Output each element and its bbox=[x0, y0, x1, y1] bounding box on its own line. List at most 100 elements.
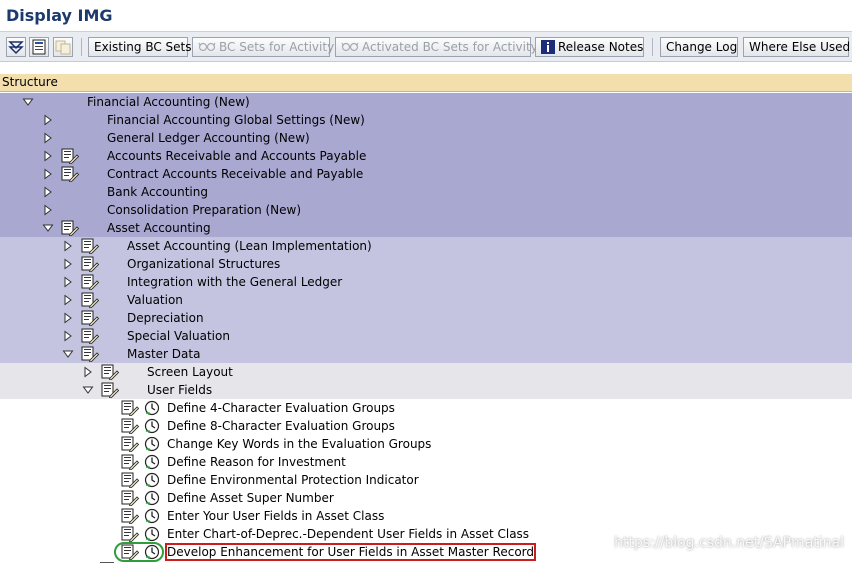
copy-button[interactable] bbox=[53, 37, 73, 57]
expand-arrow-icon[interactable] bbox=[42, 168, 54, 180]
documentation-icon[interactable] bbox=[81, 310, 99, 326]
expand-arrow-icon[interactable] bbox=[42, 186, 54, 198]
tree-node-level1[interactable]: General Ledger Accounting (New) bbox=[0, 129, 852, 147]
expand-arrow-icon[interactable] bbox=[82, 366, 94, 378]
tree-node-label: Define 4-Character Evaluation Groups bbox=[167, 401, 395, 415]
existing-bc-sets-button[interactable]: Existing BC Sets bbox=[88, 37, 192, 57]
documentation-icon[interactable] bbox=[101, 382, 119, 398]
expand-arrow-icon[interactable] bbox=[42, 114, 54, 126]
tree-node-level2[interactable]: Depreciation bbox=[0, 309, 852, 327]
tree-node-label: Define Environmental Protection Indicato… bbox=[167, 473, 419, 487]
tree-node-label: Define 8-Character Evaluation Groups bbox=[167, 419, 395, 433]
expand-arrow-icon[interactable] bbox=[42, 150, 54, 162]
tree-node-root[interactable]: Financial Accounting (New) bbox=[0, 93, 852, 111]
collapse-arrow-icon[interactable] bbox=[82, 384, 94, 396]
execute-clock-icon[interactable] bbox=[144, 418, 160, 434]
change-log-button[interactable]: Change Log bbox=[660, 37, 738, 57]
documentation-icon[interactable] bbox=[121, 508, 139, 524]
tree-node-label: Financial Accounting Global Settings (Ne… bbox=[107, 113, 365, 127]
watermark: https://blog.csdn.net/SAPmatinal bbox=[614, 535, 844, 551]
execute-clock-icon[interactable] bbox=[144, 508, 160, 524]
documentation-icon[interactable] bbox=[101, 364, 119, 380]
documentation-icon[interactable] bbox=[81, 328, 99, 344]
documentation-icon[interactable] bbox=[121, 526, 139, 542]
tree-node-level2[interactable]: Integration with the General Ledger bbox=[0, 273, 852, 291]
tree-node-label: Valuation bbox=[127, 293, 183, 307]
tree-node-level1[interactable]: Accounts Receivable and Accounts Payable bbox=[0, 147, 852, 165]
tree-node-level2[interactable]: Master Data bbox=[0, 345, 852, 363]
expand-arrow-icon[interactable] bbox=[42, 204, 54, 216]
tree-node-level1[interactable]: Asset Accounting bbox=[0, 219, 852, 237]
expand-arrow-icon[interactable] bbox=[62, 312, 74, 324]
tree-node-level1[interactable]: Bank Accounting bbox=[0, 183, 852, 201]
tree-node-activity[interactable]: Define Environmental Protection Indicato… bbox=[0, 471, 852, 489]
documentation-icon[interactable] bbox=[121, 418, 139, 434]
tree-node-level1[interactable]: Contract Accounts Receivable and Payable bbox=[0, 165, 852, 183]
tree-node-label: Financial Accounting (New) bbox=[87, 95, 250, 109]
tree-node-label: Depreciation bbox=[127, 311, 204, 325]
tree-node-activity[interactable]: Define 4-Character Evaluation Groups bbox=[0, 399, 852, 417]
expand-arrow-icon[interactable] bbox=[42, 132, 54, 144]
tree-node-level2[interactable]: Special Valuation bbox=[0, 327, 852, 345]
tree-node-level2[interactable]: Valuation bbox=[0, 291, 852, 309]
tree-node-activity[interactable]: Define Asset Super Number bbox=[0, 489, 852, 507]
expand-arrow-icon[interactable] bbox=[62, 240, 74, 252]
documentation-icon[interactable] bbox=[121, 472, 139, 488]
documentation-icon[interactable] bbox=[121, 436, 139, 452]
execute-clock-icon[interactable] bbox=[144, 400, 160, 416]
expand-arrow-icon[interactable] bbox=[62, 330, 74, 342]
documentation-icon[interactable] bbox=[121, 490, 139, 506]
tree-node-level3[interactable]: User Fields bbox=[0, 381, 852, 399]
tree-node-level1[interactable]: Financial Accounting Global Settings (Ne… bbox=[0, 111, 852, 129]
document-search-icon bbox=[32, 39, 46, 55]
tree-node-level2[interactable]: Organizational Structures bbox=[0, 255, 852, 273]
tree-node-label: Asset Accounting bbox=[107, 221, 211, 235]
glasses-icon bbox=[198, 42, 216, 52]
execute-clock-icon[interactable] bbox=[144, 454, 160, 470]
tree-node-level2[interactable]: Asset Accounting (Lean Implementation) bbox=[0, 237, 852, 255]
tree-node-label: Define Reason for Investment bbox=[167, 455, 346, 469]
activated-bc-sets-button[interactable]: Activated BC Sets for Activity bbox=[335, 37, 538, 57]
find-button[interactable] bbox=[29, 37, 49, 57]
execute-clock-icon[interactable] bbox=[144, 436, 160, 452]
execute-clock-icon[interactable] bbox=[144, 490, 160, 506]
tree-node-label: User Fields bbox=[147, 383, 213, 397]
tree-node-label: Change Key Words in the Evaluation Group… bbox=[167, 437, 432, 451]
release-notes-button[interactable]: Release Notes bbox=[535, 37, 644, 57]
expand-arrow-icon[interactable] bbox=[62, 294, 74, 306]
collapse-arrow-icon[interactable] bbox=[62, 348, 74, 360]
copy-icon bbox=[55, 40, 71, 55]
documentation-icon[interactable] bbox=[121, 454, 139, 470]
where-else-used-button[interactable]: Where Else Used bbox=[743, 37, 850, 57]
tree-node-activity[interactable]: Enter Your User Fields in Asset Class bbox=[0, 507, 852, 525]
tree-node-label: Master Data bbox=[127, 347, 201, 361]
tree-node-level3[interactable]: Screen Layout bbox=[0, 363, 852, 381]
expand-subtree-icon bbox=[8, 41, 24, 55]
documentation-icon[interactable] bbox=[81, 238, 99, 254]
documentation-icon[interactable] bbox=[81, 292, 99, 308]
collapse-arrow-icon[interactable] bbox=[22, 96, 34, 108]
tree-node-activity[interactable]: Define 8-Character Evaluation Groups bbox=[0, 417, 852, 435]
expand-arrow-icon[interactable] bbox=[62, 276, 74, 288]
green-highlight-circle bbox=[114, 542, 164, 562]
tree-node-label: Special Valuation bbox=[127, 329, 230, 343]
documentation-icon[interactable] bbox=[81, 274, 99, 290]
expand-subtree-button[interactable] bbox=[6, 37, 26, 57]
documentation-icon[interactable] bbox=[121, 400, 139, 416]
tree-node-label: Contract Accounts Receivable and Payable bbox=[107, 167, 364, 181]
documentation-icon[interactable] bbox=[61, 148, 79, 164]
tree-node-activity[interactable]: Define Reason for Investment bbox=[0, 453, 852, 471]
glasses-icon bbox=[341, 42, 359, 52]
documentation-icon[interactable] bbox=[61, 166, 79, 182]
documentation-icon[interactable] bbox=[81, 256, 99, 272]
collapse-arrow-icon[interactable] bbox=[42, 222, 54, 234]
application-toolbar: Existing BC Sets BC Sets for Activity Ac… bbox=[0, 32, 852, 62]
documentation-icon[interactable] bbox=[81, 346, 99, 362]
tree-node-activity[interactable]: Change Key Words in the Evaluation Group… bbox=[0, 435, 852, 453]
documentation-icon[interactable] bbox=[61, 220, 79, 236]
execute-clock-icon[interactable] bbox=[144, 526, 160, 542]
expand-arrow-icon[interactable] bbox=[62, 258, 74, 270]
execute-clock-icon[interactable] bbox=[144, 472, 160, 488]
bc-sets-for-activity-button[interactable]: BC Sets for Activity bbox=[192, 37, 334, 57]
tree-node-level1[interactable]: Consolidation Preparation (New) bbox=[0, 201, 852, 219]
